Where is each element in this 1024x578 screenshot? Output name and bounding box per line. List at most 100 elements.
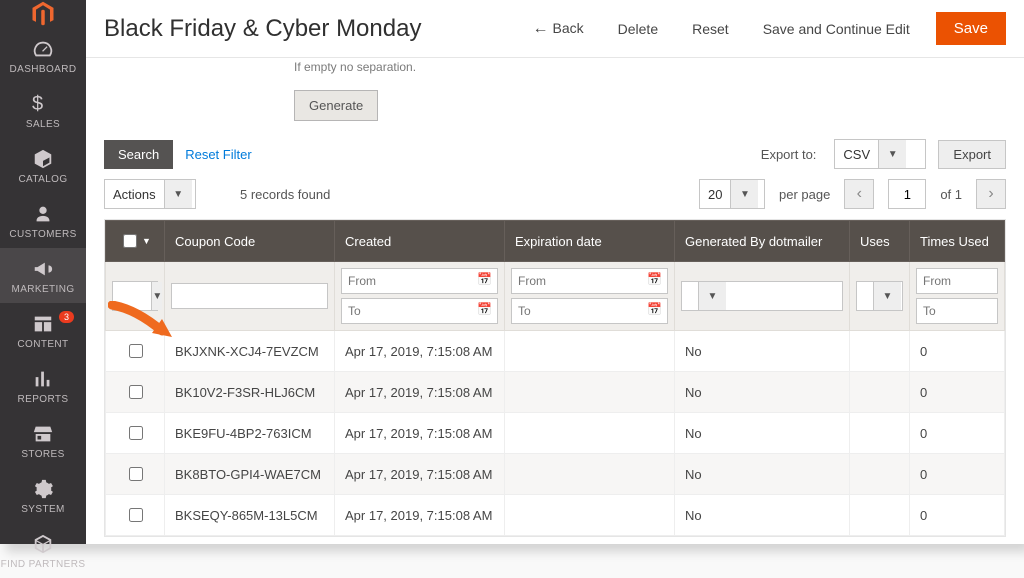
sidebar-item-marketing[interactable]: MARKETING — [0, 248, 86, 303]
col-uses[interactable]: Uses — [850, 221, 910, 262]
megaphone-icon — [32, 258, 54, 280]
sidebar-item-reports[interactable]: REPORTS — [0, 358, 86, 413]
cell-generated: No — [675, 331, 850, 372]
table-row[interactable]: BKJXNK-XCJ4-7EVZCMApr 17, 2019, 7:15:08 … — [106, 331, 1005, 372]
table-row[interactable]: BKSEQY-865M-13L5CMApr 17, 2019, 7:15:08 … — [106, 495, 1005, 536]
search-button[interactable]: Search — [104, 140, 173, 169]
sidebar-item-content[interactable]: CONTENT3 — [0, 303, 86, 358]
filter-any-value: Any — [113, 289, 151, 304]
cell-uses — [850, 372, 910, 413]
sidebar-item-system[interactable]: SYSTEM — [0, 468, 86, 523]
cell-expiration — [505, 331, 675, 372]
col-created[interactable]: Created — [335, 221, 505, 262]
calendar-icon[interactable]: 📅 — [477, 272, 492, 286]
sidebar-item-sales[interactable]: $ SALES — [0, 83, 86, 138]
page-size-value: 20 — [700, 187, 730, 202]
generate-button[interactable]: Generate — [294, 90, 378, 121]
sidebar-item-catalog[interactable]: CATALOG — [0, 138, 86, 193]
table-row[interactable]: BKE9FU-4BP2-763ICMApr 17, 2019, 7:15:08 … — [106, 413, 1005, 454]
page-prev-button[interactable]: ‹ — [844, 179, 874, 209]
filter-code-input[interactable] — [171, 283, 328, 309]
person-icon — [32, 203, 54, 225]
filter-generated-select[interactable]: ▼ — [681, 281, 843, 311]
cell-generated: No — [675, 372, 850, 413]
storefront-icon — [32, 423, 54, 445]
back-button[interactable]: ←Back — [525, 14, 592, 44]
page-number-input[interactable] — [888, 179, 926, 209]
sidebar-item-dashboard[interactable]: DASHBOARD — [0, 28, 86, 83]
filter-select-any[interactable]: Any▼ — [112, 281, 158, 311]
main-panel: Black Friday & Cyber Monday ←Back Delete… — [86, 0, 1024, 544]
filter-uses-select[interactable]: ▼ — [856, 281, 903, 311]
row-checkbox[interactable] — [129, 344, 143, 358]
filter-times-from[interactable] — [916, 268, 998, 294]
cell-expiration — [505, 372, 675, 413]
coupons-tbody: BKJXNK-XCJ4-7EVZCM Apr 17, 2019, 7:15:08 … — [106, 331, 1005, 536]
export-button[interactable]: Export — [938, 140, 1006, 169]
reset-filter-link[interactable]: Reset Filter — [185, 147, 251, 162]
table-row[interactable]: BK8BTO-GPI4-WAE7CMApr 17, 2019, 7:15:08 … — [106, 454, 1005, 495]
export-format-select[interactable]: CSV ▼ — [834, 139, 926, 169]
chevron-down-icon: ▼ — [164, 180, 192, 208]
page-next-button[interactable]: › — [976, 179, 1006, 209]
cell-times: 0 — [910, 495, 1005, 536]
filter-times-to[interactable] — [916, 298, 998, 324]
page-title: Black Friday & Cyber Monday — [104, 15, 507, 43]
cell-uses — [850, 413, 910, 454]
col-expiration[interactable]: Expiration date — [505, 221, 675, 262]
filter-created-to[interactable] — [341, 298, 498, 324]
filter-exp-to[interactable] — [511, 298, 668, 324]
actions-value: Actions — [105, 187, 164, 202]
row-checkbox[interactable] — [129, 508, 143, 522]
table-head-row: ▼ Coupon Code Created Expiration date Ge… — [106, 221, 1005, 262]
calendar-icon[interactable]: 📅 — [647, 302, 662, 316]
col-generated-by[interactable]: Generated By dotmailer — [675, 221, 850, 262]
cell-code: BK8BTO-GPI4-WAE7CM — [165, 454, 335, 495]
cell-code: BKJXNK-XCJ4-7EVZCM — [165, 331, 335, 372]
sidebar-item-label: CONTENT — [17, 339, 68, 350]
row-checkbox[interactable] — [129, 467, 143, 481]
records-count: 5 records found — [240, 187, 330, 202]
chevron-down-icon: ▼ — [873, 282, 901, 310]
select-all-checkbox[interactable] — [123, 234, 137, 248]
filter-created-from[interactable] — [341, 268, 498, 294]
magento-logo — [0, 0, 86, 28]
row-checkbox[interactable] — [129, 385, 143, 399]
coupons-grid: ▼ Coupon Code Created Expiration date Ge… — [104, 219, 1006, 537]
row-checkbox[interactable] — [129, 426, 143, 440]
sidebar-item-label: MARKETING — [11, 284, 74, 295]
sidebar-item-label: DASHBOARD — [10, 64, 77, 75]
cell-expiration — [505, 413, 675, 454]
table-row[interactable]: BK10V2-F3SR-HLJ6CMApr 17, 2019, 7:15:08 … — [106, 372, 1005, 413]
filter-exp-from[interactable] — [511, 268, 668, 294]
sidebar-item-find-partners[interactable]: FIND PARTNERS — [0, 523, 86, 578]
col-times-used[interactable]: Times Used — [910, 221, 1005, 262]
app-window: DASHBOARD $ SALES CATALOGCUSTOMERS MARKETING… — [0, 0, 1024, 544]
calendar-icon[interactable]: 📅 — [477, 302, 492, 316]
sidebar-item-label: SALES — [26, 119, 60, 130]
cell-created: Apr 17, 2019, 7:15:08 AM — [335, 495, 505, 536]
delete-button[interactable]: Delete — [610, 15, 666, 43]
coupons-table: ▼ Coupon Code Created Expiration date Ge… — [105, 220, 1005, 536]
save-button[interactable]: Save — [936, 12, 1006, 45]
save-continue-button[interactable]: Save and Continue Edit — [755, 15, 918, 43]
col-select[interactable]: ▼ — [106, 221, 165, 262]
cell-code: BKSEQY-865M-13L5CM — [165, 495, 335, 536]
sidebar: DASHBOARD $ SALES CATALOGCUSTOMERS MARKETING… — [0, 0, 86, 544]
layout-icon — [32, 313, 54, 335]
sidebar-item-stores[interactable]: STORES — [0, 413, 86, 468]
col-coupon-code[interactable]: Coupon Code — [165, 221, 335, 262]
chevron-down-icon: ▼ — [878, 140, 906, 168]
actions-select[interactable]: Actions ▼ — [104, 179, 196, 209]
cell-generated: No — [675, 454, 850, 495]
cell-times: 0 — [910, 331, 1005, 372]
sidebar-item-customers[interactable]: CUSTOMERS — [0, 193, 86, 248]
cell-code: BKE9FU-4BP2-763ICM — [165, 413, 335, 454]
content-body: If empty no separation. Generate Search … — [86, 58, 1024, 544]
dollar-icon: $ — [32, 93, 54, 115]
chevron-down-icon: ▼ — [698, 282, 726, 310]
grid-pager: Actions ▼ 5 records found 20 ▼ per page … — [104, 179, 1006, 209]
page-size-select[interactable]: 20 ▼ — [699, 179, 765, 209]
reset-button[interactable]: Reset — [684, 15, 737, 43]
calendar-icon[interactable]: 📅 — [647, 272, 662, 286]
